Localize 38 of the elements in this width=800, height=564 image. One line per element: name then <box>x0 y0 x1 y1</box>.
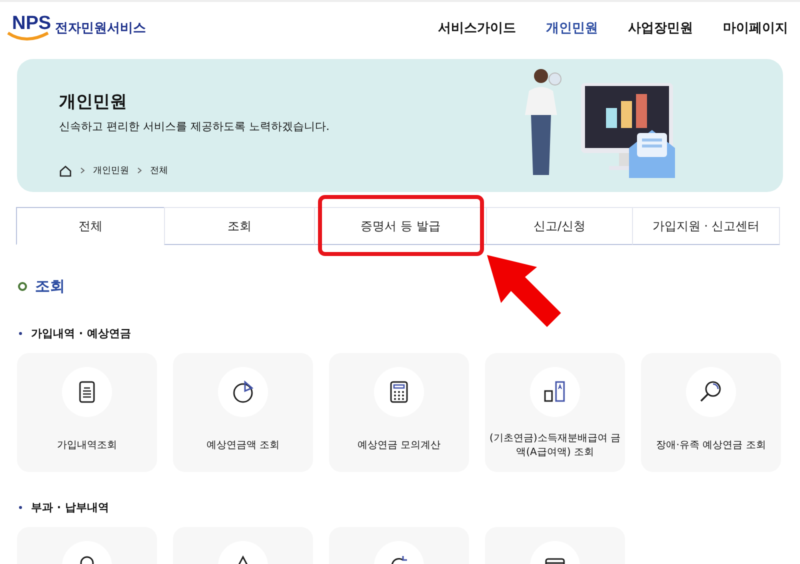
breadcrumb-item[interactable]: 전체 <box>150 164 168 177</box>
chevron-icon <box>137 167 142 174</box>
breadcrumb-item[interactable]: 개인민원 <box>93 164 129 177</box>
tab[interactable]: 증명서 등 발급 <box>314 207 487 245</box>
service-card[interactable]: 장애·유족 예상연금 조회 <box>641 353 781 472</box>
bullet-icon <box>19 506 22 509</box>
banner-subtitle: 신속하고 편리한 서비스를 제공하도록 노력하겠습니다. <box>59 119 330 134</box>
card-label: 장애·유족 예상연금 조회 <box>656 438 766 453</box>
service-card[interactable]: 가입내역조회 <box>17 353 157 472</box>
tab[interactable]: 조회 <box>164 207 315 245</box>
nav-link[interactable]: 사업장민원 <box>628 19 693 37</box>
group-title: 부과 · 납부내역 <box>31 500 109 515</box>
tab[interactable]: 전체 <box>16 207 165 245</box>
card-label: 예상연금 모의계산 <box>357 438 441 453</box>
chevron-icon <box>80 167 85 174</box>
service-card[interactable]: (기초연금)소득재분배급여 금액(A급여액) 조회 <box>485 353 625 472</box>
card-label: (기초연금)소득재분배급여 금액(A급여액) 조회 <box>488 432 622 460</box>
nav-link[interactable]: 서비스가이드 <box>438 19 516 37</box>
service-card[interactable]: 예상연금 모의계산 <box>329 353 469 472</box>
pie-chart-icon <box>231 380 255 404</box>
tab[interactable]: 가입지원 · 신고센터 <box>632 207 780 245</box>
banner-title: 개인민원 <box>59 91 128 113</box>
circle-bullet-icon <box>18 282 27 291</box>
service-card[interactable]: 예상연금액 조회 <box>173 353 313 472</box>
bar-chart-icon <box>543 380 567 404</box>
home-icon[interactable] <box>59 164 72 176</box>
section-title: 조회 <box>35 277 65 296</box>
card-label: 가입내역조회 <box>57 438 117 453</box>
logo[interactable]: NPS <box>12 14 52 32</box>
bullet-icon <box>19 332 22 335</box>
tab[interactable]: 신고/신청 <box>486 207 633 245</box>
nav-link[interactable]: 개인민원 <box>546 19 598 37</box>
service-name: 전자민원서비스 <box>55 20 146 37</box>
search-icon <box>699 380 723 404</box>
nav-link[interactable]: 마이페이지 <box>723 19 788 37</box>
group-title: 가입내역 · 예상연금 <box>31 326 131 341</box>
card-label: 예상연금액 조회 <box>206 438 280 453</box>
swoosh-icon <box>6 30 50 42</box>
